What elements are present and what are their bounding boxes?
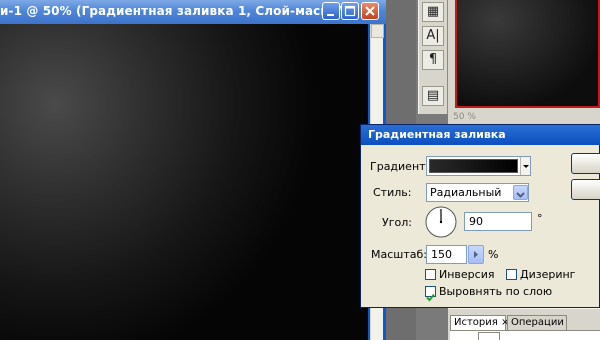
align-with-layer-label: Выровнять по слою: [439, 285, 553, 298]
document-canvas[interactable]: [0, 24, 368, 340]
navigator-zoom: 50 %: [453, 112, 476, 122]
dialog-title: Градиентная заливка: [368, 128, 506, 141]
minimize-icon: [327, 14, 334, 16]
maximize-icon: [344, 5, 356, 17]
style-dropdown-button[interactable]: [513, 185, 528, 200]
minimize-button[interactable]: [322, 2, 340, 20]
paragraph-icon: ¶: [428, 52, 438, 67]
cancel-button[interactable]: [571, 179, 600, 200]
navigator-thumbnail[interactable]: [455, 0, 600, 108]
dither-label: Дизеринг: [520, 268, 576, 281]
snapshot-thumbnail: [478, 332, 500, 340]
document-title: и-1 @ 50% (Градиентная заливка 1, Слой-м…: [0, 4, 356, 18]
close-button[interactable]: [361, 2, 379, 20]
angle-dial[interactable]: [424, 205, 458, 239]
close-icon: [365, 6, 375, 16]
document-titlebar[interactable]: и-1 @ 50% (Градиентная заливка 1, Слой-м…: [0, 0, 386, 24]
paragraph-panel-button[interactable]: ¶: [422, 50, 444, 70]
tool-presets-icon: ▤: [426, 88, 440, 103]
scale-label: Масштаб:: [371, 248, 427, 261]
chevron-down-icon: [516, 192, 525, 198]
scale-slider-button[interactable]: [468, 245, 484, 264]
dialog-titlebar[interactable]: Градиентная заливка: [361, 125, 600, 145]
photoshop-workspace: и-1 @ 50% (Градиентная заливка 1, Слой-м…: [0, 0, 600, 340]
scale-value: 150: [431, 248, 452, 261]
document-window: и-1 @ 50% (Градиентная заливка 1, Слой-м…: [0, 0, 386, 340]
reverse-label: Инверсия: [439, 268, 495, 281]
style-select[interactable]: Радиальный: [426, 183, 529, 202]
history-snapshot-row[interactable]: [450, 330, 600, 340]
gradient-dropdown-button[interactable]: [520, 157, 530, 175]
percent-unit: %: [488, 248, 499, 261]
align-with-layer-checkbox[interactable]: [425, 286, 436, 302]
layer-comp-icon: ▦: [426, 4, 440, 19]
character-icon: A|: [426, 28, 440, 43]
gradient-preview[interactable]: [429, 159, 518, 173]
history-panel: История × Операции: [448, 308, 600, 340]
style-select-value: Радиальный: [430, 186, 502, 199]
gradient-fill-dialog: Градиентная заливка Градиент: Стиль: Рад…: [360, 124, 600, 308]
character-panel-button[interactable]: A|: [422, 26, 444, 46]
panel-dock-strip: ▦ A| ¶ ▤: [418, 0, 448, 114]
tab-history[interactable]: История ×: [450, 315, 509, 330]
ok-button[interactable]: [571, 153, 600, 174]
navigator-panel: 50 %: [448, 0, 600, 130]
style-label: Стиль:: [373, 186, 412, 199]
gradient-picker[interactable]: [426, 156, 531, 176]
reverse-checkbox[interactable]: [425, 269, 436, 280]
checkmark-icon: [426, 293, 435, 302]
tab-actions[interactable]: Операции: [507, 315, 567, 330]
dither-checkbox[interactable]: [506, 269, 517, 280]
layer-comps-button[interactable]: ▦: [422, 2, 444, 22]
chevron-right-icon: [474, 251, 478, 258]
maximize-button[interactable]: [341, 2, 359, 20]
chevron-down-icon: [523, 165, 529, 168]
scale-input[interactable]: 150: [426, 245, 467, 264]
gradient-label: Градиент:: [370, 160, 430, 173]
degree-unit: °: [537, 212, 543, 225]
tool-presets-button[interactable]: ▤: [422, 86, 444, 106]
angle-label: Угол:: [382, 216, 412, 229]
scroll-up-button[interactable]: [371, 24, 384, 38]
angle-value: 90: [469, 215, 483, 228]
angle-input[interactable]: 90: [464, 212, 532, 231]
